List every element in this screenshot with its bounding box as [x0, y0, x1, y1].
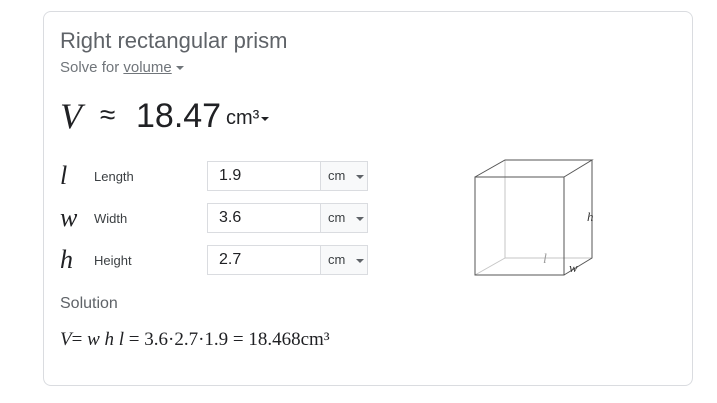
w-dimension-label: w: [569, 260, 578, 275]
height-unit: cm: [328, 252, 346, 267]
height-unit-select[interactable]: cm: [320, 245, 368, 275]
length-unit-select[interactable]: cm: [320, 161, 368, 191]
length-unit: cm: [328, 168, 346, 183]
height-label: Height: [94, 253, 132, 268]
h-dimension-label: h: [587, 209, 594, 224]
approx-symbol: ≈: [100, 99, 116, 130]
formula-vars: w h l: [87, 329, 125, 350]
width-label: Width: [94, 211, 128, 226]
result-unit-dropdown[interactable]: cm³: [226, 107, 270, 130]
result-value: 18.47: [136, 97, 222, 135]
chevron-down-icon: [356, 217, 364, 221]
top-face: [474, 159, 594, 178]
solve-for: Solve for volume: [60, 58, 184, 78]
solve-for-prefix: Solve for: [60, 59, 124, 76]
formula-rhs: = 3.6·2.7·1.9 = 18.468cm³: [124, 329, 330, 350]
solution-heading: Solution: [60, 295, 118, 312]
chevron-down-icon: [356, 175, 364, 179]
formula-eq: =: [71, 329, 88, 350]
solution-formula: V= w h l = 3.6·2.7·1.9 = 18.468cm³: [60, 328, 330, 352]
prism-diagram: h l w: [474, 159, 594, 276]
width-symbol: w: [60, 203, 78, 232]
length-symbol: l: [60, 161, 68, 190]
chevron-down-icon: [356, 259, 364, 263]
length-label: Length: [94, 169, 134, 184]
formula-lhs: V: [60, 329, 72, 350]
chevron-down-icon[interactable]: [175, 66, 184, 71]
calculator-title: Right rectangular prism: [60, 28, 288, 53]
width-unit: cm: [328, 210, 346, 225]
hidden-edge-left-bottom: [474, 257, 506, 276]
l-dimension-label: l: [543, 252, 547, 267]
height-input[interactable]: [207, 245, 321, 275]
result-symbol: V: [60, 96, 82, 136]
front-face: [474, 176, 565, 276]
width-unit-select[interactable]: cm: [320, 203, 368, 233]
result-unit: cm³: [226, 107, 260, 129]
chevron-down-icon[interactable]: [261, 116, 270, 121]
length-input[interactable]: [207, 161, 321, 191]
height-symbol: h: [60, 245, 73, 274]
solve-for-dropdown[interactable]: volume: [123, 59, 171, 76]
width-input[interactable]: [207, 203, 321, 233]
